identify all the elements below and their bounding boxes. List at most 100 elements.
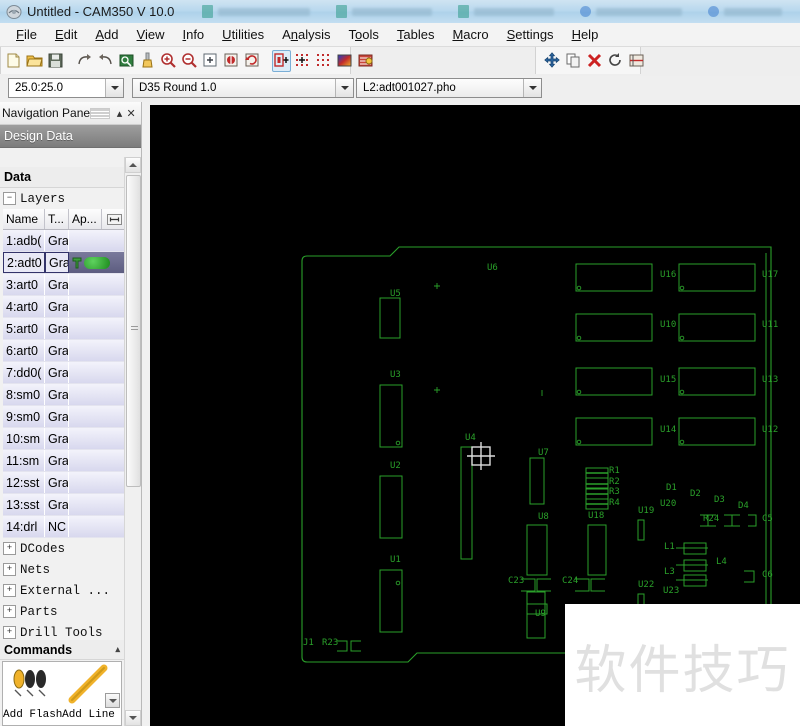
layer-row[interactable]: 13:sst Gra	[3, 494, 124, 516]
zoom-in-icon[interactable]	[159, 50, 178, 72]
menu-macro[interactable]: Macro	[443, 24, 497, 45]
expander-icon[interactable]: +	[3, 605, 16, 618]
layer-aperture[interactable]	[69, 274, 124, 295]
chevron-down-icon[interactable]	[335, 79, 353, 97]
grid-options-icon[interactable]	[102, 209, 124, 229]
new-file-icon[interactable]	[4, 50, 23, 72]
scroll-up-button[interactable]	[125, 157, 141, 173]
layer-row[interactable]: 1:adb(Gra	[3, 230, 124, 252]
pane-minimize-button[interactable]: ▴	[114, 107, 126, 120]
layer-row[interactable]: 6:art0 Gra	[3, 340, 124, 362]
layer-row[interactable]: 12:sst Gra	[3, 472, 124, 494]
scroll-thumb[interactable]	[126, 175, 141, 487]
layer-combo[interactable]: L2:adt001027.pho	[356, 78, 542, 98]
menu-analysis[interactable]: Analysis	[273, 24, 339, 45]
chevron-down-icon[interactable]	[105, 79, 123, 97]
layer-row[interactable]: 9:sm0 Gra	[3, 406, 124, 428]
menu-tables[interactable]: Tables	[388, 24, 444, 45]
redo-icon[interactable]	[96, 50, 115, 72]
menu-help[interactable]: Help	[563, 24, 608, 45]
move-icon[interactable]	[543, 50, 562, 72]
tree-node-dcodes[interactable]: + DCodes	[0, 538, 127, 559]
pane-close-button[interactable]: ✕	[125, 107, 137, 120]
rotate-icon[interactable]	[606, 50, 625, 72]
command-add-flash[interactable]: Add Flash	[3, 662, 62, 721]
tree-node-parts[interactable]: + Parts	[0, 601, 127, 622]
layer-aperture[interactable]	[69, 362, 124, 383]
column-header-type[interactable]: T...	[45, 209, 69, 229]
tree-node-nets[interactable]: + Nets	[0, 559, 127, 580]
design-data-tree[interactable]: + DCodes + Nets + External ... + Parts + Drill To…	[0, 538, 141, 643]
expander-icon[interactable]: −	[3, 192, 16, 205]
layer-row[interactable]: 8:sm0 Gra	[3, 384, 124, 406]
zoom-window-icon[interactable]	[201, 50, 220, 72]
layer-aperture[interactable]	[69, 516, 124, 537]
key-icon	[72, 257, 82, 268]
layer-aperture[interactable]	[69, 450, 124, 471]
menu-tools[interactable]: Tools	[340, 24, 388, 45]
save-icon[interactable]	[46, 50, 65, 72]
open-file-icon[interactable]	[25, 50, 44, 72]
layer-row[interactable]: 11:sm Gra	[3, 450, 124, 472]
layer-aperture[interactable]	[69, 318, 124, 339]
column-header-name[interactable]: Name	[3, 209, 45, 229]
menu-edit[interactable]: Edit	[46, 24, 86, 45]
layers-list[interactable]: 1:adb(Gra 2:adt0 Gra 3:art0 Gra 4:art0 Gra 5:ar…	[0, 230, 141, 538]
layer-aperture[interactable]	[69, 340, 124, 361]
menu-file[interactable]: File	[7, 24, 46, 45]
layer-row[interactable]: 14:drl NC	[3, 516, 124, 538]
commands-more-button[interactable]	[105, 693, 120, 708]
data-section-header[interactable]: Data ▴	[0, 167, 141, 188]
expander-icon[interactable]: +	[3, 584, 16, 597]
layer-row[interactable]: 3:art0 Gra	[3, 274, 124, 296]
layer-row[interactable]: 5:art0 Gra	[3, 318, 124, 340]
color-palette-icon[interactable]	[335, 50, 354, 72]
layer-row[interactable]: 7:dd0(Gra	[3, 362, 124, 384]
layer-settings-icon[interactable]	[356, 50, 375, 72]
redraw-icon[interactable]	[222, 50, 241, 72]
grid-dots-icon[interactable]	[293, 50, 312, 72]
tab-design-data[interactable]: Design Data	[0, 125, 141, 148]
menu-view[interactable]: View	[128, 24, 174, 45]
chevron-down-icon[interactable]	[523, 79, 541, 97]
mirror-icon[interactable]	[627, 50, 646, 72]
refresh-icon[interactable]	[243, 50, 262, 72]
menu-add[interactable]: Add	[86, 24, 127, 45]
layer-aperture[interactable]	[69, 384, 124, 405]
layer-aperture[interactable]	[69, 296, 124, 317]
layer-aperture[interactable]	[69, 428, 124, 449]
layer-aperture[interactable]	[69, 230, 124, 251]
expander-icon[interactable]: +	[3, 626, 16, 639]
dcode-combo[interactable]: D35 Round 1.0	[132, 78, 354, 98]
coordinate-combo[interactable]: 25.0:25.0	[8, 78, 124, 98]
layer-aperture[interactable]	[69, 252, 124, 273]
command-add-line[interactable]: Add Line	[60, 662, 117, 721]
pane-drag-handle[interactable]	[90, 107, 110, 119]
column-header-aperture[interactable]: Ap...	[69, 209, 102, 229]
scroll-down-button[interactable]	[125, 710, 141, 726]
layer-aperture[interactable]	[69, 406, 124, 427]
menu-info[interactable]: Info	[173, 24, 213, 45]
clean-icon[interactable]	[138, 50, 157, 72]
undo-icon[interactable]	[75, 50, 94, 72]
query-icon[interactable]	[117, 50, 136, 72]
tree-node-layers[interactable]: − Layers	[0, 188, 127, 209]
chevron-up-icon[interactable]: ▴	[115, 644, 120, 655]
tree-node-external[interactable]: + External ...	[0, 580, 127, 601]
menu-settings[interactable]: Settings	[498, 24, 563, 45]
navigation-pane-scrollbar[interactable]	[124, 157, 141, 726]
layer-row[interactable]: 4:art0 Gra	[3, 296, 124, 318]
delete-icon[interactable]	[585, 50, 604, 72]
expander-icon[interactable]: +	[3, 542, 16, 555]
layer-aperture[interactable]	[69, 472, 124, 493]
zoom-out-icon[interactable]	[180, 50, 199, 72]
expander-icon[interactable]: +	[3, 563, 16, 576]
grid-fine-icon[interactable]	[314, 50, 333, 72]
layer-row[interactable]: 2:adt0 Gra	[3, 252, 124, 274]
layer-row[interactable]: 10:sm Gra	[3, 428, 124, 450]
layer-aperture[interactable]	[69, 494, 124, 515]
menu-utilities[interactable]: Utilities	[213, 24, 273, 45]
commands-section-header[interactable]: Commands ▴	[0, 640, 124, 660]
copy-icon[interactable]	[564, 50, 583, 72]
add-pad-icon[interactable]	[272, 49, 291, 72]
